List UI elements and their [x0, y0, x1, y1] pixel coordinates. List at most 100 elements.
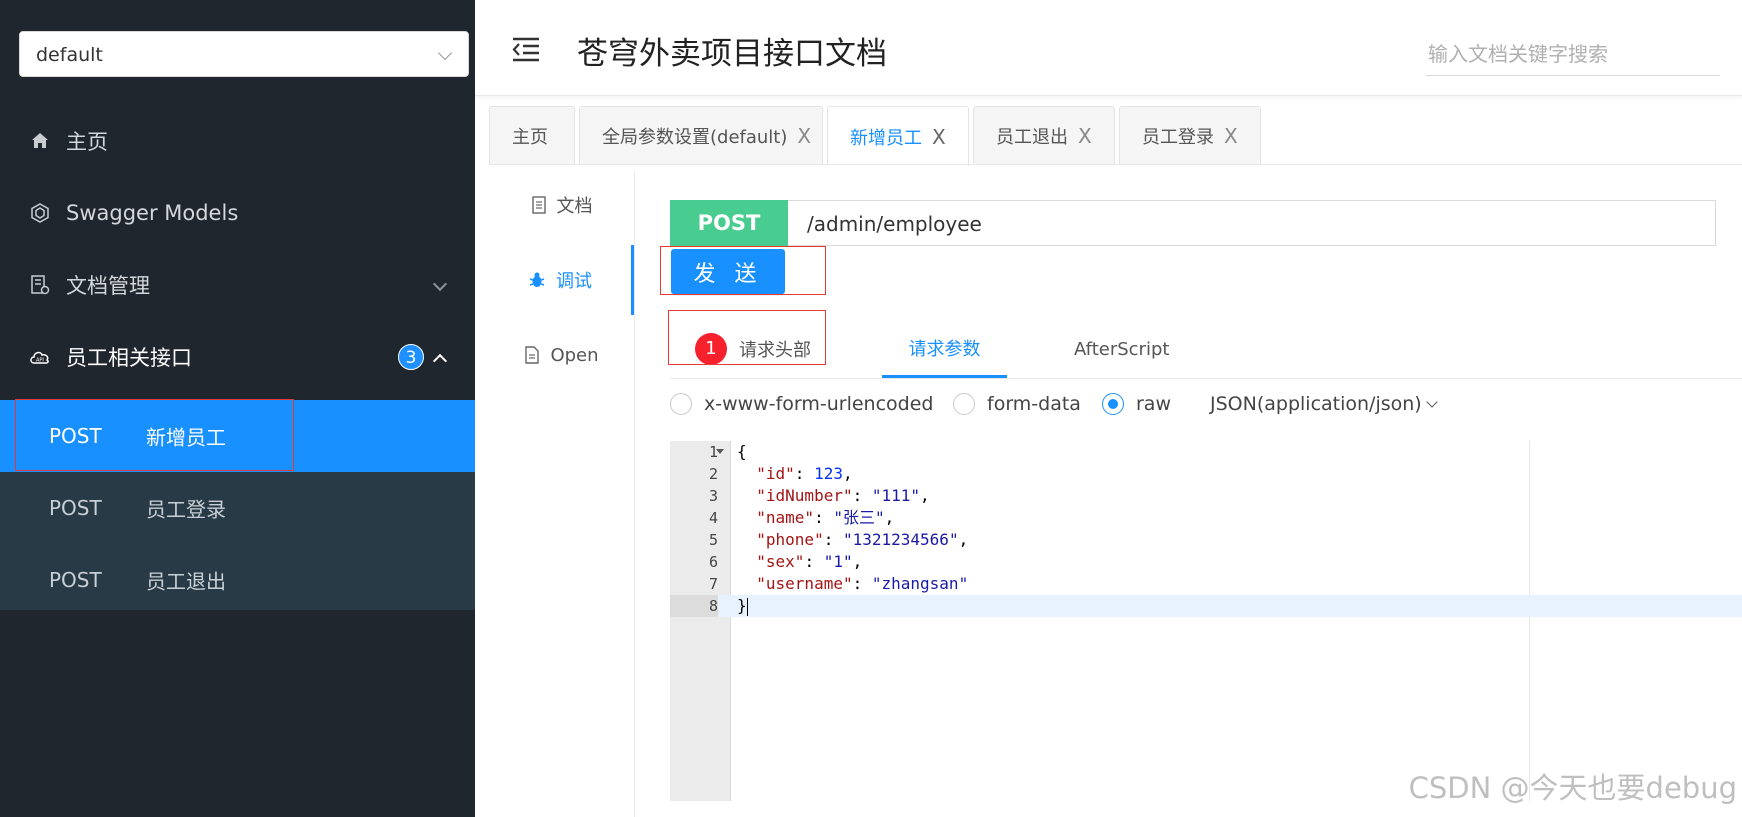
tab-employee-login[interactable]: 员工登录 X — [1119, 106, 1261, 164]
url-bar: POST /admin/employee — [670, 200, 1716, 246]
tab-label: 员工登录 — [1142, 126, 1214, 148]
tab-afterscript[interactable]: AfterScript — [1074, 320, 1169, 378]
side-tab-label: Open — [550, 344, 599, 366]
json-value-sex: 1 — [833, 552, 843, 571]
models-icon — [28, 201, 52, 225]
json-value-phone: 1321234566 — [852, 530, 949, 549]
group-select[interactable]: default — [19, 31, 469, 77]
file-icon — [524, 346, 540, 364]
tab-label: 主页 — [512, 126, 548, 148]
method-badge: POST — [670, 200, 788, 246]
cloud-api-icon: API — [28, 345, 52, 369]
chevron-down-icon — [432, 276, 448, 292]
radio-urlencoded[interactable]: x-www-form-urlencoded — [670, 393, 933, 415]
radio-label: x-www-form-urlencoded — [704, 393, 934, 415]
code-line: 7 "username": "zhangsan" — [670, 573, 1742, 595]
doc-settings-icon — [28, 273, 52, 297]
sidebar-item-label: Swagger Models — [66, 201, 239, 225]
side-tab-debug[interactable]: 调试 — [489, 245, 634, 315]
sidebar-item-employee-apis[interactable]: API 员工相关接口 3 — [0, 321, 475, 393]
param-tab-label: 请求参数 — [908, 338, 981, 360]
line-number: 6 — [708, 553, 718, 571]
line-number: 2 — [708, 465, 718, 483]
line-number: 5 — [708, 531, 718, 549]
close-icon[interactable]: X — [932, 125, 946, 149]
sidebar-item-label: 文档管理 — [66, 274, 150, 298]
tab-global-params[interactable]: 全局参数设置(default) X — [579, 106, 823, 164]
method-label: POST — [49, 496, 102, 520]
line-number: 7 — [708, 575, 718, 593]
code-editor[interactable]: 1 { 2 "id": 123, 3 "idNumber": "111", 4 … — [670, 441, 1742, 801]
document-icon — [531, 196, 547, 214]
line-number: 3 — [708, 487, 718, 505]
tab-label: 全局参数设置(default) — [602, 126, 788, 148]
svg-text:API: API — [36, 358, 44, 364]
code-line: 6 "sex": "1", — [670, 551, 1742, 573]
radio-label: form-data — [987, 393, 1081, 415]
sidebar: default 主页 Swagger Models 文档管理 API 员工相关接… — [0, 0, 475, 817]
content-type-select[interactable]: JSON(application/json) — [1210, 393, 1438, 415]
sidebar-item-doc-management[interactable]: 文档管理 — [0, 249, 475, 321]
code-line: 3 "idNumber": "111", — [670, 485, 1742, 507]
sidebar-subitem-employee-login[interactable]: POST 员工登录 — [0, 472, 475, 544]
code-line: 4 "name": "张三", — [670, 507, 1742, 529]
radio-form-data[interactable]: form-data — [953, 393, 1081, 415]
chevron-down-icon — [1426, 396, 1438, 408]
watermark: CSDN @今天也要debug — [1408, 771, 1737, 805]
text-cursor — [746, 597, 748, 616]
param-tab-bar: 1 请求头部 请求参数 AfterScript — [670, 320, 1742, 379]
close-icon[interactable]: X — [797, 124, 811, 148]
url-input[interactable]: /admin/employee — [807, 212, 982, 236]
header: 苍穹外卖项目接口文档 — [475, 0, 1742, 96]
count-badge: 3 — [398, 344, 424, 370]
radio-button[interactable] — [953, 393, 975, 415]
line-number: 8 — [670, 595, 718, 617]
close-icon[interactable]: X — [1224, 124, 1238, 148]
api-name: 员工登录 — [146, 497, 226, 522]
param-tab-label: AfterScript — [1074, 338, 1170, 360]
menu-fold-icon[interactable] — [511, 36, 541, 62]
code-line: 5 "phone": "1321234566", — [670, 529, 1742, 551]
tab-label: 员工退出 — [996, 126, 1068, 148]
group-select-value: default — [36, 44, 103, 66]
radio-raw[interactable]: raw — [1102, 393, 1171, 415]
code-line: 2 "id": 123, — [670, 463, 1742, 485]
radio-button[interactable] — [670, 393, 692, 415]
side-tab-label: 调试 — [556, 271, 592, 292]
json-value-name: 张三 — [842, 508, 875, 527]
bug-icon — [528, 271, 546, 289]
radio-button[interactable] — [1102, 393, 1124, 415]
side-tab-doc[interactable]: 文档 — [489, 170, 634, 240]
tab-label: 新增员工 — [850, 127, 922, 149]
content-type-value: JSON(application/json) — [1210, 393, 1422, 415]
line-number: 1 — [708, 443, 718, 461]
side-tab-open[interactable]: Open — [489, 320, 634, 390]
radio-label: raw — [1136, 393, 1171, 415]
home-icon — [28, 129, 52, 153]
tab-employee-logout[interactable]: 员工退出 X — [973, 106, 1115, 164]
tab-bar-divider — [489, 164, 1742, 165]
chevron-down-icon — [437, 45, 453, 61]
tab-home[interactable]: 主页 — [489, 106, 575, 164]
sidebar-item-label: 主页 — [66, 130, 108, 154]
api-name: 员工退出 — [146, 569, 226, 594]
json-value-username: zhangsan — [881, 574, 959, 593]
code-line: 8 } — [670, 595, 1742, 617]
sidebar-item-swagger-models[interactable]: Swagger Models — [0, 177, 475, 249]
highlight-box — [15, 399, 294, 471]
method-label: POST — [49, 568, 102, 592]
json-value-idnumber: 111 — [881, 486, 911, 505]
line-number: 4 — [708, 509, 718, 527]
sidebar-item-home[interactable]: 主页 — [0, 105, 475, 177]
page-title: 苍穹外卖项目接口文档 — [577, 36, 887, 72]
fold-icon[interactable] — [716, 449, 724, 454]
tab-add-employee[interactable]: 新增员工 X — [827, 106, 969, 166]
chevron-up-icon — [432, 353, 448, 369]
sidebar-subitem-employee-logout[interactable]: POST 员工退出 — [0, 544, 475, 616]
close-icon[interactable]: X — [1078, 124, 1092, 148]
json-value-id: 123 — [814, 464, 843, 483]
side-tab-bar: 文档 调试 Open — [489, 170, 635, 817]
tab-request-params[interactable]: 请求参数 — [882, 320, 1007, 378]
search-input[interactable] — [1426, 33, 1720, 76]
highlight-box — [668, 310, 826, 365]
